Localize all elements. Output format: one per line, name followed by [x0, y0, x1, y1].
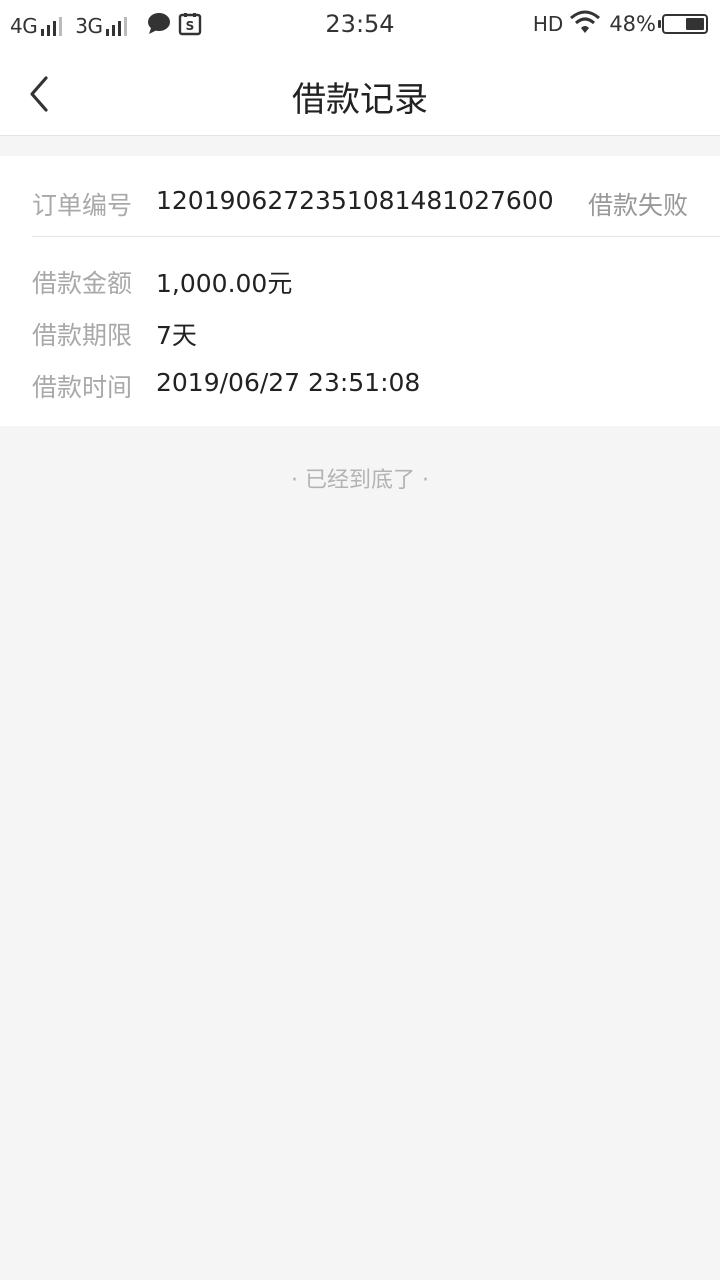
- battery-icon: [658, 14, 708, 34]
- order-number-value: 1201906272351081481027600: [156, 186, 554, 215]
- nav-bar: 借款记录: [0, 52, 720, 136]
- status-bar: 4G 3G S 23:54 HD 48%: [0, 0, 720, 52]
- status-bar-right: HD 48%: [533, 10, 708, 38]
- battery-percent: 48%: [609, 12, 656, 36]
- page-title: 借款记录: [292, 80, 428, 120]
- loan-record-card[interactable]: 订单编号 1201906272351081481027600 借款失败 借款金额…: [0, 156, 720, 426]
- amount-value: 1,000.00元: [156, 269, 293, 298]
- order-row: 订单编号 1201906272351081481027600 借款失败: [32, 156, 720, 237]
- wifi-icon: [569, 10, 601, 38]
- term-label: 借款期限: [32, 321, 133, 350]
- time-value: 2019/06/27 23:51:08: [156, 368, 421, 397]
- time-label: 借款时间: [32, 373, 133, 402]
- term-value: 7天: [156, 321, 197, 350]
- order-number-label: 订单编号: [32, 191, 133, 220]
- status-badge: 借款失败: [587, 191, 688, 220]
- end-of-list-text: · 已经到底了 ·: [291, 468, 429, 493]
- hd-label: HD: [532, 12, 564, 36]
- battery-level: [686, 18, 704, 30]
- amount-label: 借款金额: [32, 269, 133, 298]
